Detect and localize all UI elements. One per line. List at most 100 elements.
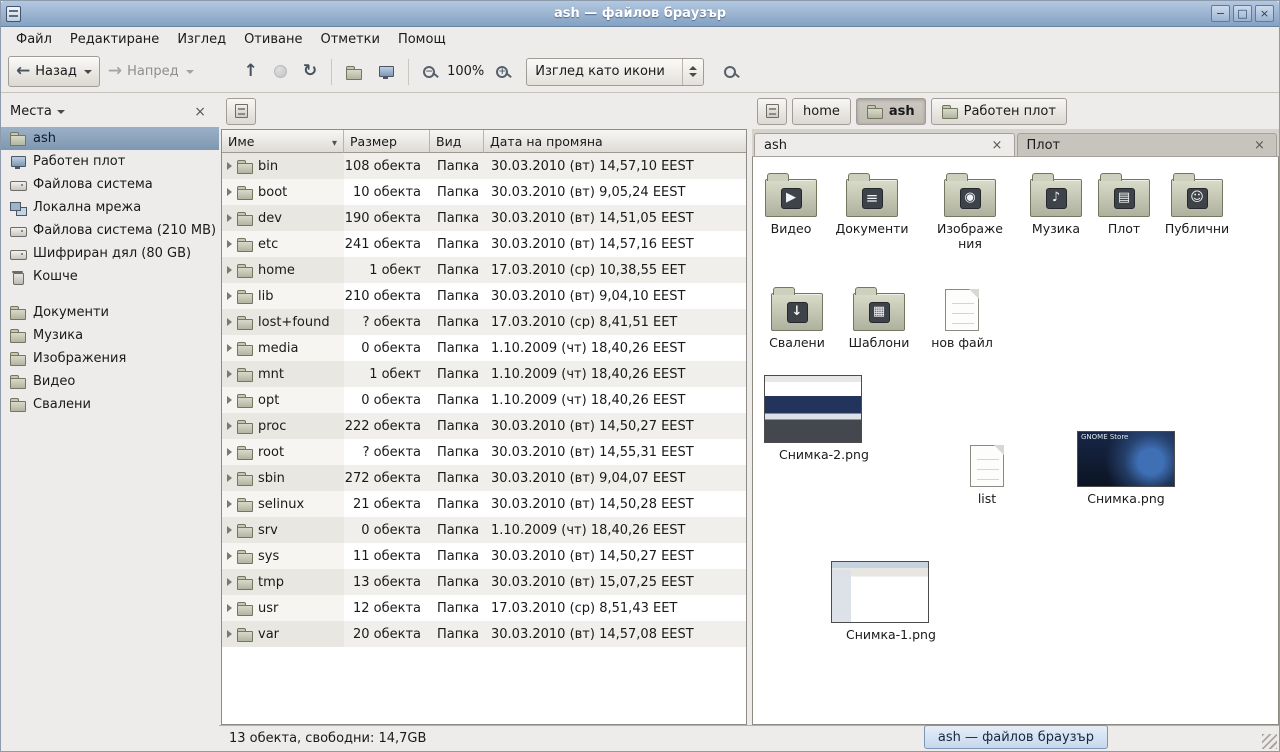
pane-root-button[interactable] (757, 98, 787, 125)
icon-item-documents[interactable]: Документи (833, 171, 911, 236)
icon-item-video[interactable]: Видео (761, 171, 821, 236)
search-button[interactable] (716, 56, 744, 87)
table-row[interactable]: root ? обекта Папка 30.03.2010 (вт) 14,5… (222, 439, 746, 465)
table-row[interactable]: home 1 обект Папка 17.03.2010 (ср) 10,38… (222, 257, 746, 283)
table-row[interactable]: usr 12 обекта Папка 17.03.2010 (ср) 8,51… (222, 595, 746, 621)
icon-item-images[interactable]: Изображения (933, 171, 1007, 251)
icon-item-templates[interactable]: Шаблони (845, 285, 913, 350)
icon-item-snimka2[interactable]: Снимка-2.png (763, 375, 863, 462)
zoom-in-button[interactable]: + (488, 56, 516, 87)
table-row[interactable]: sbin 272 обекта Папка 30.03.2010 (вт) 9,… (222, 465, 746, 491)
path-button-desktop[interactable]: Работен плот (931, 98, 1067, 125)
column-header-type[interactable]: Вид (430, 130, 484, 153)
expander-icon[interactable] (227, 500, 232, 508)
icon-item-snimka[interactable]: GNOME Store Снимка.png (1075, 431, 1177, 506)
expander-icon[interactable] (227, 370, 232, 378)
table-row[interactable]: opt 0 обекта Папка 1.10.2009 (чт) 18,40,… (222, 387, 746, 413)
minimize-button[interactable] (1211, 5, 1230, 22)
expander-icon[interactable] (227, 630, 232, 638)
path-button-ash[interactable]: ash (856, 98, 926, 125)
titlebar[interactable]: ash — файлов браузър (1, 1, 1279, 27)
sidebar-place-item[interactable]: Работен плот (1, 150, 219, 173)
table-row[interactable]: mnt 1 обект Папка 1.10.2009 (чт) 18,40,2… (222, 361, 746, 387)
menu-item[interactable]: Отметки (311, 29, 388, 50)
expander-icon[interactable] (227, 396, 232, 404)
table-row[interactable]: proc 222 обекта Папка 30.03.2010 (вт) 14… (222, 413, 746, 439)
expander-icon[interactable] (227, 344, 232, 352)
column-header-date[interactable]: Дата на промяна (484, 130, 746, 153)
expander-icon[interactable] (227, 240, 232, 248)
menu-item[interactable]: Помощ (389, 29, 455, 50)
sidebar-place-item[interactable]: Файлова система (1, 173, 219, 196)
close-tab-icon[interactable] (1252, 138, 1267, 153)
back-button[interactable]: Назад (8, 56, 100, 87)
sidebar-bookmark-item[interactable]: Документи (1, 301, 219, 324)
expander-icon[interactable] (227, 318, 232, 326)
icon-item-music[interactable]: Музика (1025, 171, 1087, 236)
expander-icon[interactable] (227, 266, 232, 274)
sidebar-place-item[interactable]: Файлова система (210 MB) (1, 219, 219, 242)
pane-root-button[interactable] (226, 98, 256, 125)
tab-ash[interactable]: ash (754, 133, 1015, 156)
column-header-name[interactable]: Име (222, 130, 344, 153)
maximize-button[interactable] (1233, 5, 1252, 22)
sidebar-place-item[interactable]: ash (1, 127, 219, 150)
expander-icon[interactable] (227, 422, 232, 430)
reload-button[interactable] (295, 56, 325, 87)
sidebar-place-item[interactable]: Шифриран дял (80 GB) (1, 242, 219, 265)
expander-icon[interactable] (227, 604, 232, 612)
sidebar-switcher-caret-icon[interactable] (57, 110, 65, 114)
icon-item-desktop[interactable]: Плот (1097, 171, 1151, 236)
sidebar-bookmark-item[interactable]: Видео (1, 370, 219, 393)
table-row[interactable]: srv 0 обекта Папка 1.10.2009 (чт) 18,40,… (222, 517, 746, 543)
expander-icon[interactable] (227, 292, 232, 300)
zoom-out-button[interactable]: − (415, 56, 443, 87)
table-row[interactable]: etc 241 обекта Папка 30.03.2010 (вт) 14,… (222, 231, 746, 257)
sidebar-title[interactable]: Места (10, 104, 52, 119)
taskbar-window-button[interactable]: ash — файлов браузър (924, 725, 1108, 749)
expander-icon[interactable] (227, 214, 232, 222)
table-row[interactable]: dev 190 обекта Папка 30.03.2010 (вт) 14,… (222, 205, 746, 231)
view-mode-combo[interactable]: Изглед като икони (526, 58, 704, 86)
expander-icon[interactable] (227, 474, 232, 482)
sidebar-place-item[interactable]: Кошче (1, 265, 219, 288)
table-row[interactable]: lost+found ? обекта Папка 17.03.2010 (ср… (222, 309, 746, 335)
expander-icon[interactable] (227, 578, 232, 586)
menu-item[interactable]: Файл (7, 29, 61, 50)
expander-icon[interactable] (227, 526, 232, 534)
expander-icon[interactable] (227, 162, 232, 170)
icon-view[interactable]: Видео Документи Изображе (752, 157, 1279, 725)
icon-item-snimka1[interactable]: Снимка-1.png (829, 561, 931, 642)
expander-icon[interactable] (227, 448, 232, 456)
icon-item-new-file[interactable]: нов файл (931, 285, 993, 350)
table-row[interactable]: boot 10 обекта Папка 30.03.2010 (вт) 9,0… (222, 179, 746, 205)
icon-item-downloads[interactable]: Свалени (763, 285, 831, 350)
up-button[interactable] (236, 56, 266, 87)
icon-item-public[interactable]: Публични (1159, 171, 1235, 236)
menu-item[interactable]: Отиване (235, 29, 311, 50)
expander-icon[interactable] (227, 552, 232, 560)
icon-item-list[interactable]: list (959, 441, 1015, 506)
table-row[interactable]: bin 108 обекта Папка 30.03.2010 (вт) 14,… (222, 153, 746, 179)
close-button[interactable] (1255, 5, 1274, 22)
table-row[interactable]: var 20 обекта Папка 30.03.2010 (вт) 14,5… (222, 621, 746, 647)
sidebar-close-icon[interactable] (190, 103, 210, 121)
home-button[interactable] (338, 56, 370, 87)
computer-button[interactable] (370, 56, 402, 87)
close-tab-icon[interactable] (990, 138, 1005, 153)
menu-item[interactable]: Изглед (168, 29, 235, 50)
sidebar-bookmark-item[interactable]: Изображения (1, 347, 219, 370)
column-header-size[interactable]: Размер (344, 130, 430, 153)
combo-spinner-icon[interactable] (682, 59, 703, 85)
table-row[interactable]: lib 210 обекта Папка 30.03.2010 (вт) 9,0… (222, 283, 746, 309)
forward-button[interactable]: Напред (100, 56, 202, 87)
menu-item[interactable]: Редактиране (61, 29, 168, 50)
expander-icon[interactable] (227, 188, 232, 196)
table-row[interactable]: sys 11 обекта Папка 30.03.2010 (вт) 14,5… (222, 543, 746, 569)
stop-button[interactable] (266, 56, 295, 87)
sidebar-bookmark-item[interactable]: Музика (1, 324, 219, 347)
path-button-home[interactable]: home (792, 98, 851, 125)
sidebar-place-item[interactable]: Локална мрежа (1, 196, 219, 219)
table-row[interactable]: media 0 обекта Папка 1.10.2009 (чт) 18,4… (222, 335, 746, 361)
sidebar-bookmark-item[interactable]: Свалени (1, 393, 219, 416)
